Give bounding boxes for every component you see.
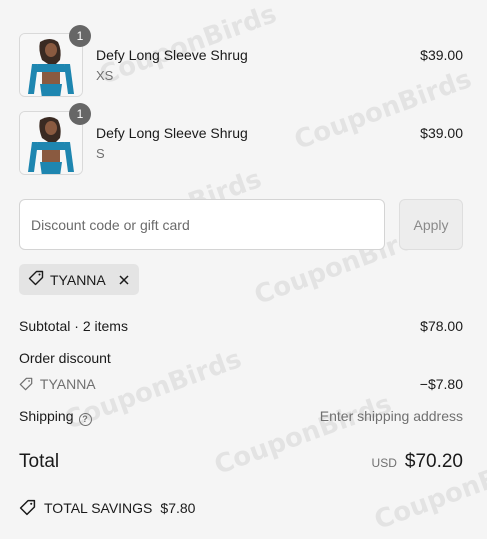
quantity-badge: 1 xyxy=(69,103,91,125)
discount-code-row: TYANNA −$7.80 xyxy=(19,376,463,394)
discount-code-input[interactable] xyxy=(19,199,385,250)
apply-discount-button[interactable]: Apply xyxy=(399,199,463,250)
quantity-badge: 1 xyxy=(69,25,91,47)
shipping-value: Enter shipping address xyxy=(319,408,463,424)
savings-label: TOTAL SAVINGS xyxy=(44,499,153,516)
line-item: 1 Defy Long Sleeve Shrug XS $39.00 xyxy=(19,25,463,97)
item-variant: S xyxy=(96,146,105,161)
subtotal-label: Subtotal · 2 items xyxy=(19,318,128,334)
discount-value: −$7.80 xyxy=(419,376,463,392)
total-amount-group: USD $70.20 xyxy=(372,451,463,473)
line-item: 1 Defy Long Sleeve Shrug S $39.00 xyxy=(19,103,463,175)
savings-tag-icon xyxy=(19,499,36,516)
savings-value: $7.80 xyxy=(160,499,196,516)
product-thumbnail: 1 xyxy=(19,103,91,175)
tag-icon xyxy=(28,270,44,289)
applied-discount-chip: TYANNA xyxy=(19,264,139,295)
item-variant: XS xyxy=(96,68,114,83)
item-price: $39.00 xyxy=(420,47,463,63)
subtotal-row: Subtotal · 2 items $78.00 xyxy=(19,318,463,334)
watermark: CouponBirds xyxy=(210,389,396,481)
total-savings-row: TOTAL SAVINGS $7.80 xyxy=(19,499,195,516)
total-amount: $70.20 xyxy=(404,451,463,472)
total-label: Total xyxy=(19,451,60,472)
item-title: Defy Long Sleeve Shrug xyxy=(96,47,248,63)
order-discount-label: Order discount xyxy=(19,350,111,366)
applied-discount-code: TYANNA xyxy=(50,271,106,288)
discount-code-text: TYANNA xyxy=(39,376,96,392)
shipping-row: Shipping? Enter shipping address xyxy=(19,408,463,426)
item-title: Defy Long Sleeve Shrug xyxy=(96,125,248,141)
remove-discount-icon[interactable] xyxy=(118,274,130,286)
item-price: $39.00 xyxy=(420,125,463,141)
shipping-label: Shipping xyxy=(19,408,74,424)
help-icon[interactable]: ? xyxy=(78,412,92,426)
product-thumbnail: 1 xyxy=(19,25,91,97)
tag-icon xyxy=(19,377,33,394)
subtotal-value: $78.00 xyxy=(420,318,463,334)
currency-code: USD xyxy=(371,456,397,470)
order-discount-row: Order discount xyxy=(19,350,463,366)
